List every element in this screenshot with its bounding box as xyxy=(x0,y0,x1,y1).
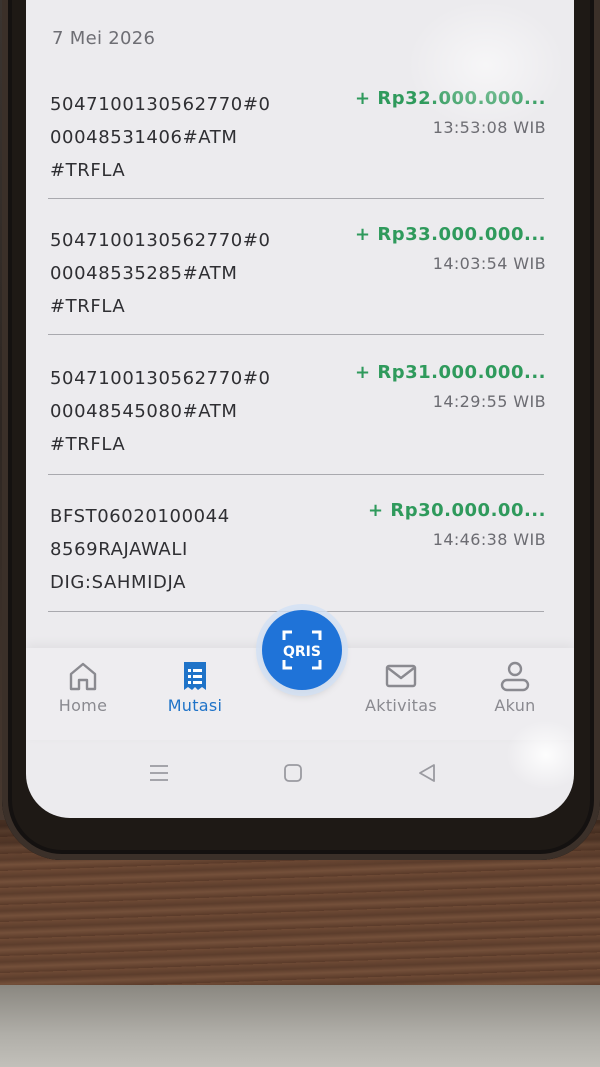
transaction-time: 14:46:38 WIB xyxy=(432,530,546,549)
transaction-description-line: DIG:SAHMIDJA xyxy=(50,572,186,593)
transaction-description: BFST06020100044 8569RAJAWALI DIG:SAHMIDJ… xyxy=(50,500,310,599)
mail-icon xyxy=(385,664,417,688)
transaction-description-line: BFST06020100044 xyxy=(50,506,230,527)
nav-aktivitas[interactable]: Aktivitas xyxy=(346,648,456,715)
qris-button[interactable]: QRIS xyxy=(262,610,342,690)
transaction-description-line: 00048531406#ATM xyxy=(50,127,238,148)
nav-home[interactable]: Home xyxy=(28,648,138,715)
screen-glare xyxy=(406,0,566,130)
qris-scan-icon: QRIS xyxy=(282,630,322,670)
table-edge xyxy=(0,985,600,1067)
divider xyxy=(48,334,544,335)
transaction-description-line: 8569RAJAWALI xyxy=(50,539,188,560)
nav-akun[interactable]: Akun xyxy=(460,648,570,715)
nav-home-label: Home xyxy=(58,696,108,715)
date-header: 7 Mei 2026 xyxy=(52,28,156,49)
transaction-amount: + Rp33.000.000... xyxy=(355,224,546,245)
transaction-description: 5047100130562770#0 00048531406#ATM #TRFL… xyxy=(50,88,310,187)
home-square-icon[interactable] xyxy=(282,762,304,784)
nav-aktivitas-label: Aktivitas xyxy=(365,696,437,715)
receipt-list-icon xyxy=(184,662,206,690)
transaction-amount: + Rp31.000.000... xyxy=(355,362,546,383)
transaction-time: 14:29:55 WIB xyxy=(432,392,546,411)
recents-menu-icon[interactable] xyxy=(148,762,170,784)
transaction-description-line: 00048545080#ATM xyxy=(50,401,238,422)
transaction-description-line: 5047100130562770#0 xyxy=(50,94,271,115)
phone-screen: 7 Mei 2026 5047100130562770#0 0004853140… xyxy=(26,0,574,818)
transaction-description-line: #TRFLA xyxy=(50,434,126,455)
transaction-time: 14:03:54 WIB xyxy=(432,254,546,273)
transaction-description-line: 5047100130562770#0 xyxy=(50,230,271,251)
user-icon xyxy=(500,661,530,692)
transaction-description-line: #TRFLA xyxy=(50,296,126,317)
system-navigation-bar xyxy=(26,750,574,800)
transaction-description: 5047100130562770#0 00048535285#ATM #TRFL… xyxy=(50,224,310,323)
transaction-description: 5047100130562770#0 00048545080#ATM #TRFL… xyxy=(50,362,310,461)
home-icon xyxy=(69,662,97,691)
transaction-amount: + Rp32.000.000... xyxy=(355,88,546,109)
transaction-description-line: 00048535285#ATM xyxy=(50,263,238,284)
nav-mutasi[interactable]: Mutasi xyxy=(140,648,250,715)
nav-mutasi-label: Mutasi xyxy=(167,696,223,715)
transaction-time: 13:53:08 WIB xyxy=(432,118,546,137)
phone-frame: 7 Mei 2026 5047100130562770#0 0004853140… xyxy=(2,0,600,860)
nav-akun-label: Akun xyxy=(494,696,536,715)
divider xyxy=(48,198,544,199)
transaction-description-line: #TRFLA xyxy=(50,160,126,181)
back-triangle-icon[interactable] xyxy=(416,762,438,784)
divider xyxy=(48,474,544,475)
transaction-amount: + Rp30.000.00... xyxy=(368,500,546,521)
transaction-description-line: 5047100130562770#0 xyxy=(50,368,271,389)
qris-label: QRIS xyxy=(283,644,321,660)
